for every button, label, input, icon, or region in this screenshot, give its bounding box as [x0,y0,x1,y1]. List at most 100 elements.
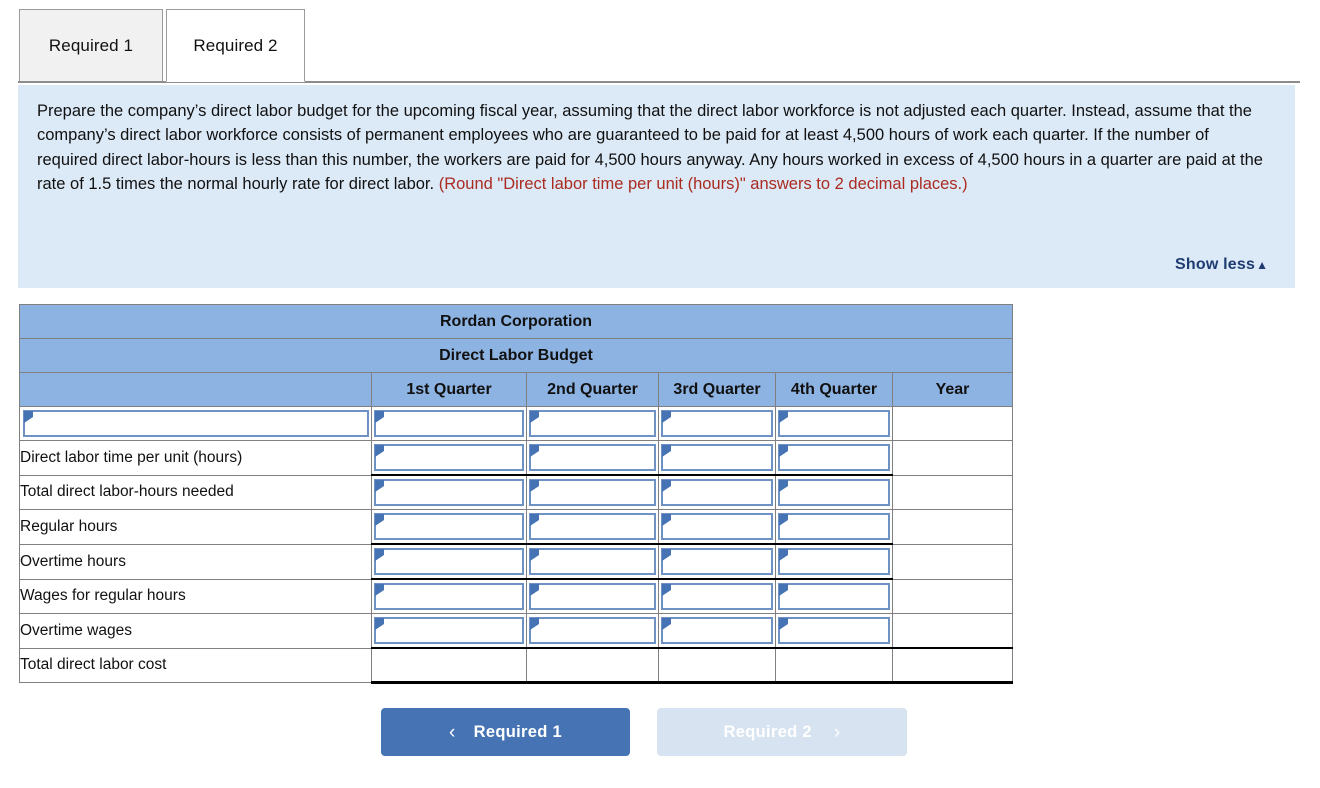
column-header-year: Year [892,372,1013,407]
row-4-year-cell [892,543,1013,580]
table-row: Overtime hours [19,543,1013,580]
table-title-row-budget: Direct Labor Budget [19,338,1013,373]
row-2-q4-input[interactable] [775,474,893,510]
row-4-q1-input[interactable] [371,543,527,580]
budget-title: Direct Labor Budget [19,338,1013,373]
instruction-rounding-hint: (Round "Direct labor time per unit (hour… [438,175,968,194]
row-1-q4-input[interactable] [775,440,893,476]
row-7-q4-cell [775,647,893,684]
row-2-label: Total direct labor-hours needed [19,474,372,510]
row-0-q4-input[interactable] [775,406,893,441]
row-4-q4-input[interactable] [775,543,893,580]
row-6-q4-input[interactable] [775,613,893,649]
dropdown-marker-icon [530,549,539,561]
row-0-q3-input[interactable] [658,406,776,441]
column-header-q3: 3rd Quarter [658,372,776,407]
row-5-q2-input[interactable] [526,578,659,614]
row-0-year-cell [892,406,1013,441]
row-1-year-cell [892,440,1013,476]
row-1-q3-input[interactable] [658,440,776,476]
show-less-label: Show less [1175,256,1256,273]
prev-required-1-button[interactable]: ‹ Required 1 [381,708,630,756]
tab-required-2[interactable]: Required 2 [166,9,305,82]
dropdown-marker-icon [779,584,788,596]
dropdown-marker-icon [662,445,671,457]
prev-button-label: Required 1 [473,722,562,741]
table-title-row-company: Rordan Corporation [19,304,1013,339]
tab-required-1-label: Required 1 [48,35,134,55]
dropdown-marker-icon [530,584,539,596]
row-3-q4-input[interactable] [775,509,893,545]
show-less-control[interactable]: Show less ▲ [1175,256,1268,274]
dropdown-marker-icon [375,584,384,596]
row-7-label: Total direct labor cost [19,647,372,683]
row-0-q2-input[interactable] [526,406,659,441]
chevron-right-icon: › [833,721,841,743]
row-6-q1-input[interactable] [371,613,527,649]
dropdown-marker-icon [375,480,384,492]
row-2-q3-input[interactable] [658,474,776,510]
dropdown-marker-icon [375,618,384,630]
dropdown-marker-icon [375,514,384,526]
dropdown-marker-icon [662,480,671,492]
row-7-q2-cell [526,647,659,684]
dropdown-marker-icon [779,445,788,457]
dropdown-marker-icon [662,514,671,526]
row-4-q2-input[interactable] [526,543,659,580]
row-6-year-cell [892,613,1013,649]
row-3-label: Regular hours [19,509,372,545]
row-5-year-cell [892,578,1013,614]
chevron-left-icon: ‹ [449,721,456,743]
dropdown-marker-icon [375,549,384,561]
table-header-row: 1st Quarter 2nd Quarter 3rd Quarter 4th … [19,372,1013,407]
dropdown-marker-icon [662,618,671,630]
dropdown-marker-icon [662,549,671,561]
column-header-q4: 4th Quarter [775,372,893,407]
table-row: Direct labor time per unit (hours) [19,440,1013,476]
table-row: Total direct labor-hours needed [19,474,1013,510]
requirement-navigation: ‹ Required 1 Required 2 › [0,708,1320,758]
row-3-q3-input[interactable] [658,509,776,545]
column-header-blank [19,372,372,407]
dropdown-marker-icon [779,411,788,423]
row-6-q3-input[interactable] [658,613,776,649]
row-4-label: Overtime hours [19,543,372,580]
table-row [19,406,1013,441]
row-2-q2-input[interactable] [526,474,659,510]
row-7-q3-cell [658,647,776,684]
row-0-q1-input[interactable] [371,406,527,441]
table-row: Overtime wages [19,613,1013,649]
row-6-label: Overtime wages [19,613,372,649]
column-header-q2: 2nd Quarter [526,372,659,407]
row-3-year-cell [892,509,1013,545]
dropdown-marker-icon [24,411,33,423]
row-5-label: Wages for regular hours [19,578,372,614]
row-3-q1-input[interactable] [371,509,527,545]
dropdown-marker-icon [779,618,788,630]
table-row: Regular hours [19,509,1013,545]
tab-required-1[interactable]: Required 1 [19,9,163,82]
dropdown-marker-icon [779,549,788,561]
tab-required-2-label: Required 2 [193,35,278,55]
table-row: Wages for regular hours [19,578,1013,614]
row-0-label-select[interactable] [19,406,372,441]
row-1-q1-input[interactable] [371,440,527,476]
row-1-q2-input[interactable] [526,440,659,476]
dropdown-marker-icon [375,445,384,457]
row-6-q2-input[interactable] [526,613,659,649]
row-4-q3-input[interactable] [658,543,776,580]
row-5-q4-input[interactable] [775,578,893,614]
next-button-label: Required 2 [723,722,812,741]
column-header-q1: 1st Quarter [371,372,527,407]
dropdown-marker-icon [779,514,788,526]
dropdown-marker-icon [530,411,539,423]
row-5-q3-input[interactable] [658,578,776,614]
row-3-q2-input[interactable] [526,509,659,545]
next-required-2-button[interactable]: Required 2 › [657,708,907,756]
row-7-year-cell [892,647,1013,684]
row-2-year-cell [892,474,1013,510]
row-2-q1-input[interactable] [371,474,527,510]
table-row: Total direct labor cost [19,647,1013,684]
row-5-q1-input[interactable] [371,578,527,614]
dropdown-marker-icon [530,445,539,457]
